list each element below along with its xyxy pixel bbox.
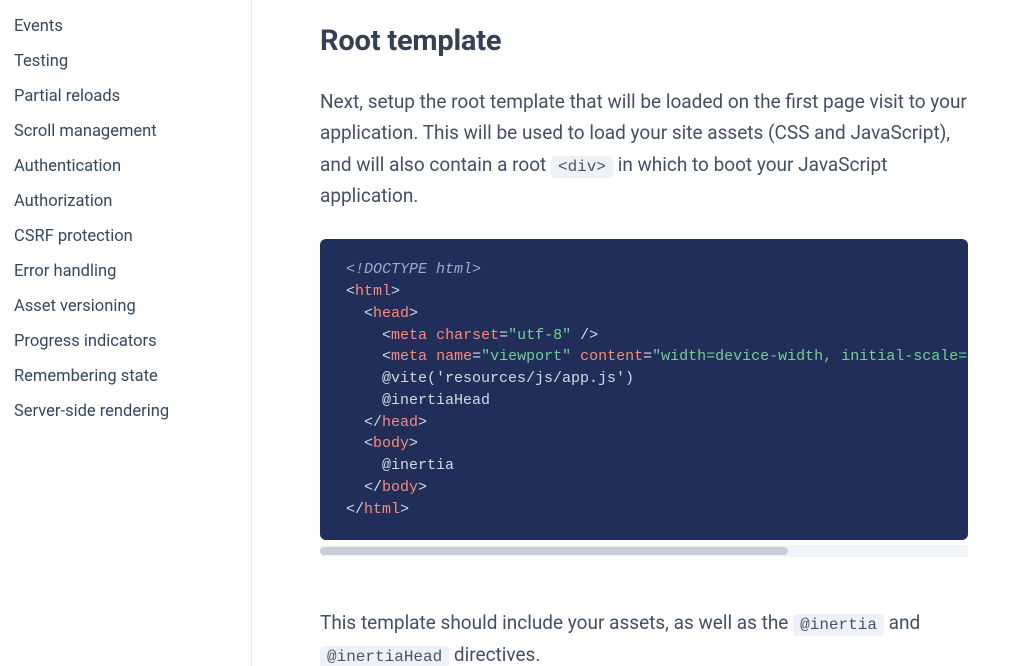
sidebar-item-asset-versioning[interactable]: Asset versioning	[14, 290, 251, 325]
sidebar-item-progress-indicators[interactable]: Progress indicators	[14, 325, 251, 360]
sidebar-item-authorization[interactable]: Authorization	[14, 185, 251, 220]
code-block-wrapper: <!DOCTYPE html> <html> <head> <meta char…	[320, 239, 968, 557]
sidebar-item-scroll-management[interactable]: Scroll management	[14, 115, 251, 150]
inline-code-inertia: @inertia	[793, 614, 884, 636]
inline-code-div: <div>	[551, 156, 613, 178]
sidebar-item-events[interactable]: Events	[14, 10, 251, 45]
intro-paragraph: Next, setup the root template that will …	[320, 86, 980, 211]
outro-text-2: and	[884, 611, 920, 634]
sidebar-item-csrf-protection[interactable]: CSRF protection	[14, 220, 251, 255]
sidebar-item-remembering-state[interactable]: Remembering state	[14, 360, 251, 395]
horizontal-scrollbar[interactable]	[320, 545, 968, 557]
code-block[interactable]: <!DOCTYPE html> <html> <head> <meta char…	[320, 239, 968, 540]
sidebar-item-authentication[interactable]: Authentication	[14, 150, 251, 185]
sidebar-item-server-side-rendering[interactable]: Server-side rendering	[14, 395, 251, 430]
inline-code-inertiahead: @inertiaHead	[320, 646, 449, 666]
sidebar-item-partial-reloads[interactable]: Partial reloads	[14, 80, 251, 115]
sidebar-item-error-handling[interactable]: Error handling	[14, 255, 251, 290]
scrollbar-thumb[interactable]	[320, 547, 788, 555]
outro-paragraph: This template should include your assets…	[320, 607, 980, 666]
sidebar-item-testing[interactable]: Testing	[14, 45, 251, 80]
sidebar: Events Testing Partial reloads Scroll ma…	[0, 0, 252, 666]
code-doctype: <!DOCTYPE html>	[346, 261, 481, 278]
page-heading: Root template	[320, 24, 1024, 58]
main-content: Root template Next, setup the root templ…	[252, 0, 1024, 666]
outro-text-1: This template should include your assets…	[320, 611, 793, 634]
outro-text-3: directives.	[449, 643, 540, 666]
